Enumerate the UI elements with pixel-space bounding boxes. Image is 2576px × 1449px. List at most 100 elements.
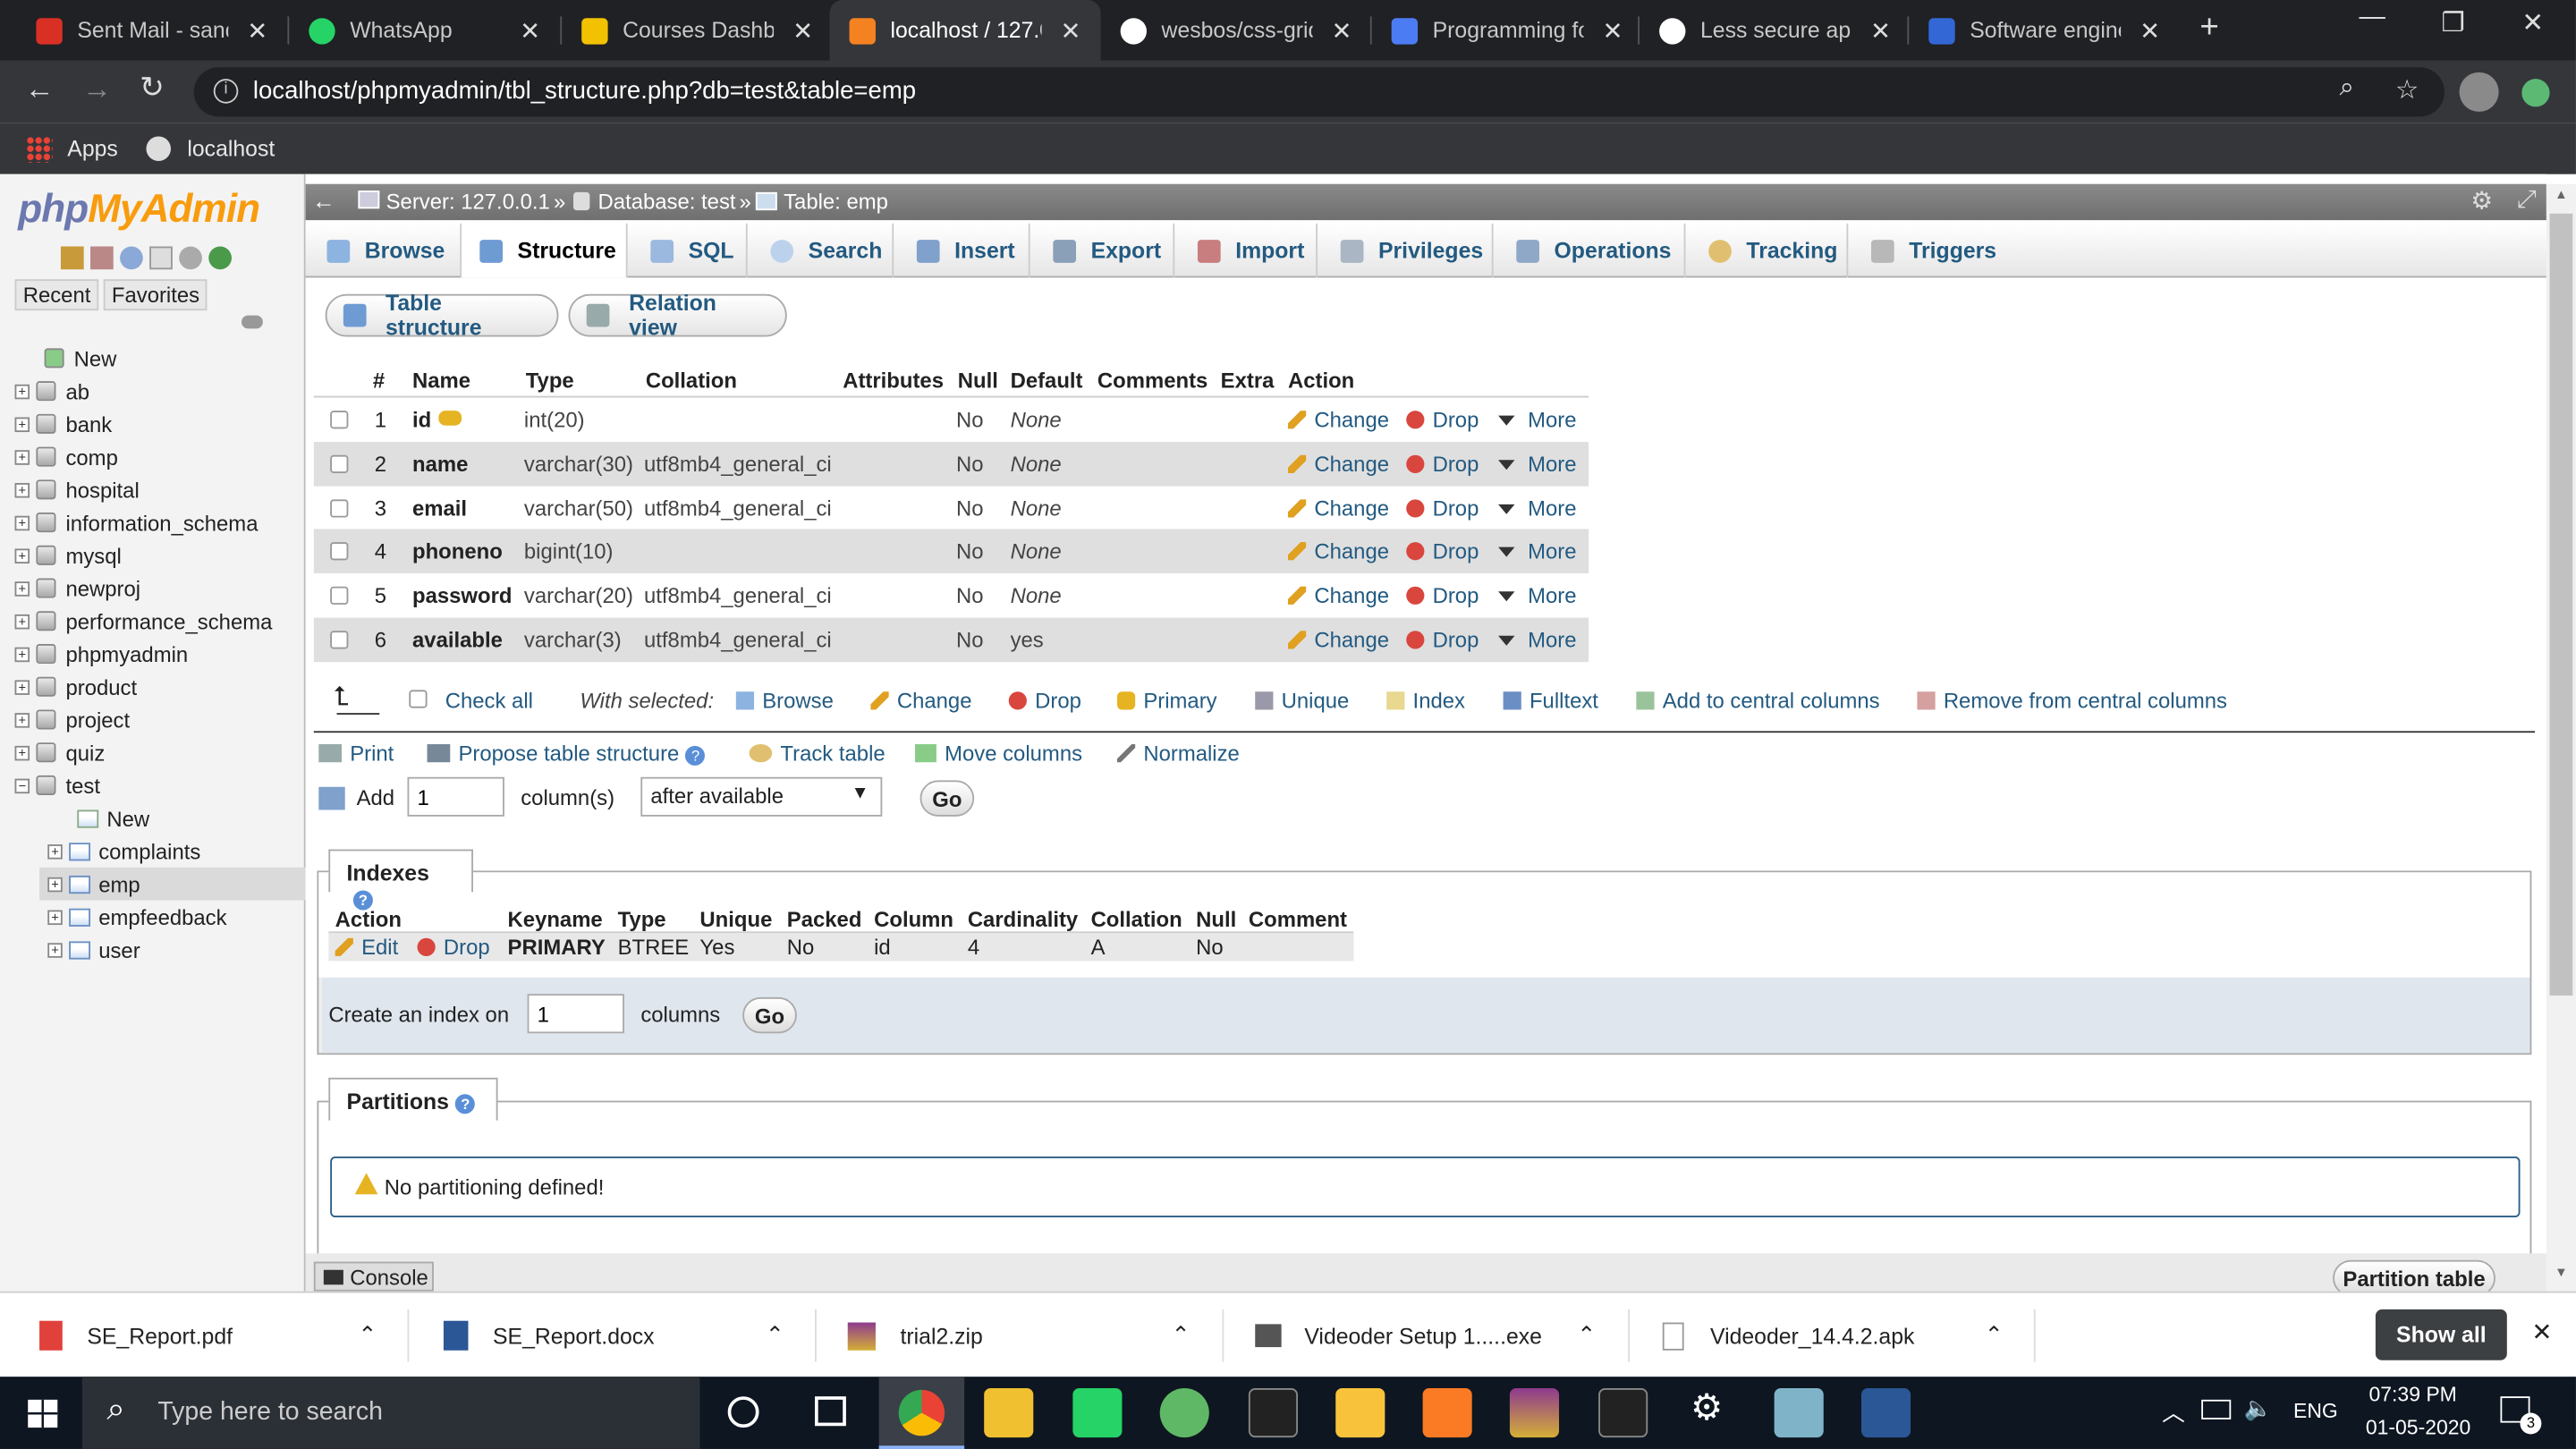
expand-icon[interactable]: +	[14, 547, 30, 564]
bulk-remove-central[interactable]: Remove from central columns	[1917, 689, 2227, 713]
check-all-label[interactable]: Check all	[445, 689, 533, 714]
expand-icon[interactable]: ⤢	[2517, 186, 2537, 214]
winrar-icon[interactable]	[1509, 1388, 1560, 1438]
language-indicator[interactable]: ENG	[2293, 1400, 2338, 1423]
app-icon[interactable]	[1159, 1388, 1209, 1438]
close-tab-icon[interactable]: ✕	[1332, 16, 1352, 46]
tab-search[interactable]: Search	[748, 223, 894, 278]
bulk-unique[interactable]: Unique	[1255, 689, 1349, 713]
tree-table-emp[interactable]: + emp	[39, 867, 306, 901]
move-columns-link[interactable]: Move columns	[915, 741, 1082, 766]
normalize-link[interactable]: Normalize	[1116, 741, 1240, 766]
row-checkbox[interactable]	[330, 631, 349, 649]
create-index-go-button[interactable]: Go	[742, 996, 797, 1034]
tree-db-ab[interactable]: + ab	[14, 375, 90, 408]
minimize-icon[interactable]: —	[2360, 4, 2385, 33]
index-columns-input[interactable]	[527, 994, 624, 1034]
breadcrumb-server[interactable]: Server: 127.0.0.1	[386, 189, 550, 214]
chevron-up-icon[interactable]: ⌃	[358, 1323, 377, 1349]
close-tab-icon[interactable]: ✕	[2140, 16, 2160, 46]
maximize-icon[interactable]: ❐	[2441, 6, 2464, 39]
close-tab-icon[interactable]: ✕	[1870, 16, 1891, 46]
show-all-button[interactable]: Show all	[2375, 1309, 2507, 1360]
index-drop-button[interactable]: Drop	[417, 935, 490, 960]
bulk-browse[interactable]: Browse	[735, 689, 834, 713]
close-tab-icon[interactable]: ✕	[1603, 16, 1623, 46]
update-icon[interactable]	[2521, 79, 2550, 107]
settings-icon[interactable]: ⚙	[1690, 1386, 1723, 1429]
more-button[interactable]: More	[1498, 408, 1577, 432]
expand-icon[interactable]: +	[47, 843, 63, 859]
more-button[interactable]: More	[1498, 583, 1577, 608]
drop-button[interactable]: Drop	[1406, 628, 1479, 652]
tab-privileges[interactable]: Privileges	[1318, 223, 1494, 278]
tab-whatsapp[interactable]: WhatsApp ✕	[289, 0, 560, 61]
tree-test-new[interactable]: New	[77, 801, 149, 835]
tab-github[interactable]: wesbos/css-grid ✕	[1101, 0, 1372, 61]
expand-icon[interactable]: +	[47, 876, 63, 892]
scroll-down-icon[interactable]: ▼	[2555, 1265, 2568, 1280]
bulk-index[interactable]: Index	[1386, 689, 1465, 713]
print-link[interactable]: Print	[318, 741, 394, 766]
omnibox[interactable]: i localhost/phpmyadmin/tbl_structure.php…	[193, 67, 2445, 117]
close-tab-icon[interactable]: ✕	[247, 16, 267, 46]
forward-icon[interactable]: →	[82, 72, 112, 107]
expand-icon[interactable]: +	[14, 383, 30, 399]
tree-db-hospital[interactable]: + hospital	[14, 473, 140, 506]
clock-date[interactable]: 01-05-2020	[2366, 1416, 2470, 1439]
scroll-up-icon[interactable]: ▲	[2555, 187, 2568, 202]
column-position-select[interactable]: after available ▼	[640, 776, 883, 817]
tab-google[interactable]: Less secure app ✕	[1640, 0, 1911, 61]
change-button[interactable]: Change	[1287, 452, 1389, 477]
word-icon[interactable]	[1860, 1388, 1911, 1438]
download-item[interactable]: Videoder_14.4.2.apk ⌃	[1662, 1292, 2008, 1378]
recent-tab[interactable]: Recent	[14, 279, 99, 311]
cmd-icon[interactable]	[1598, 1388, 1648, 1438]
reload-icon[interactable]: ↻	[140, 71, 165, 106]
help-icon[interactable]: ?	[455, 1094, 476, 1114]
close-tab-icon[interactable]: ✕	[520, 16, 540, 46]
back-icon[interactable]: ←	[25, 72, 55, 107]
chevron-up-icon[interactable]: ⌃	[1985, 1323, 2004, 1349]
download-item[interactable]: trial2.zip ⌃	[847, 1292, 1193, 1378]
zoom-icon[interactable]: ⌕	[2339, 74, 2353, 104]
scrollbar-thumb[interactable]	[2549, 213, 2573, 996]
drop-button[interactable]: Drop	[1406, 538, 1479, 564]
notepad-icon[interactable]	[1774, 1388, 1824, 1438]
taskbar-search[interactable]: ⌕ Type here to search	[81, 1377, 700, 1449]
tree-table-complaints[interactable]: + complaints	[47, 835, 200, 868]
help-icon[interactable]: ?	[685, 745, 706, 766]
tree-db-test[interactable]: − test	[14, 769, 100, 802]
tree-db-mysql[interactable]: + mysql	[14, 538, 122, 572]
tab-import[interactable]: Import	[1174, 223, 1318, 278]
add-columns-count-input[interactable]	[407, 776, 504, 817]
link-icon[interactable]	[241, 315, 263, 329]
download-item[interactable]: SE_Report.docx ⌃	[443, 1292, 789, 1378]
change-button[interactable]: Change	[1287, 408, 1389, 432]
change-button[interactable]: Change	[1287, 583, 1389, 608]
tab-software[interactable]: Software engine ✕	[1909, 0, 2180, 61]
subtab-relation-view[interactable]: Relation view	[568, 291, 787, 340]
expand-icon[interactable]: +	[47, 942, 63, 957]
tab-structure[interactable]: Structure	[462, 223, 628, 278]
tree-db-project[interactable]: + project	[14, 703, 130, 736]
store-icon[interactable]	[984, 1388, 1034, 1438]
expand-icon[interactable]: +	[14, 482, 30, 497]
scrollbar[interactable]: ▲ ▼	[2546, 183, 2576, 1292]
download-item[interactable]: Videoder Setup 1.....exe ⌃	[1255, 1292, 1600, 1378]
star-icon[interactable]: ☆	[2395, 74, 2419, 107]
row-checkbox[interactable]	[330, 542, 349, 561]
add-go-button[interactable]: Go	[919, 780, 975, 817]
chevron-up-icon[interactable]: ⌃	[766, 1323, 784, 1349]
file-explorer-icon[interactable]	[1335, 1388, 1385, 1438]
expand-icon[interactable]: +	[14, 449, 30, 464]
tree-new[interactable]: New	[23, 342, 116, 375]
expand-icon[interactable]: +	[14, 646, 30, 662]
home-icon[interactable]	[60, 246, 84, 270]
row-checkbox[interactable]	[330, 454, 349, 473]
row-checkbox[interactable]	[330, 586, 349, 605]
expand-icon[interactable]: +	[14, 744, 30, 760]
bulk-drop[interactable]: Drop	[1008, 689, 1081, 713]
network-icon[interactable]	[2201, 1399, 2232, 1419]
drop-button[interactable]: Drop	[1406, 496, 1479, 521]
